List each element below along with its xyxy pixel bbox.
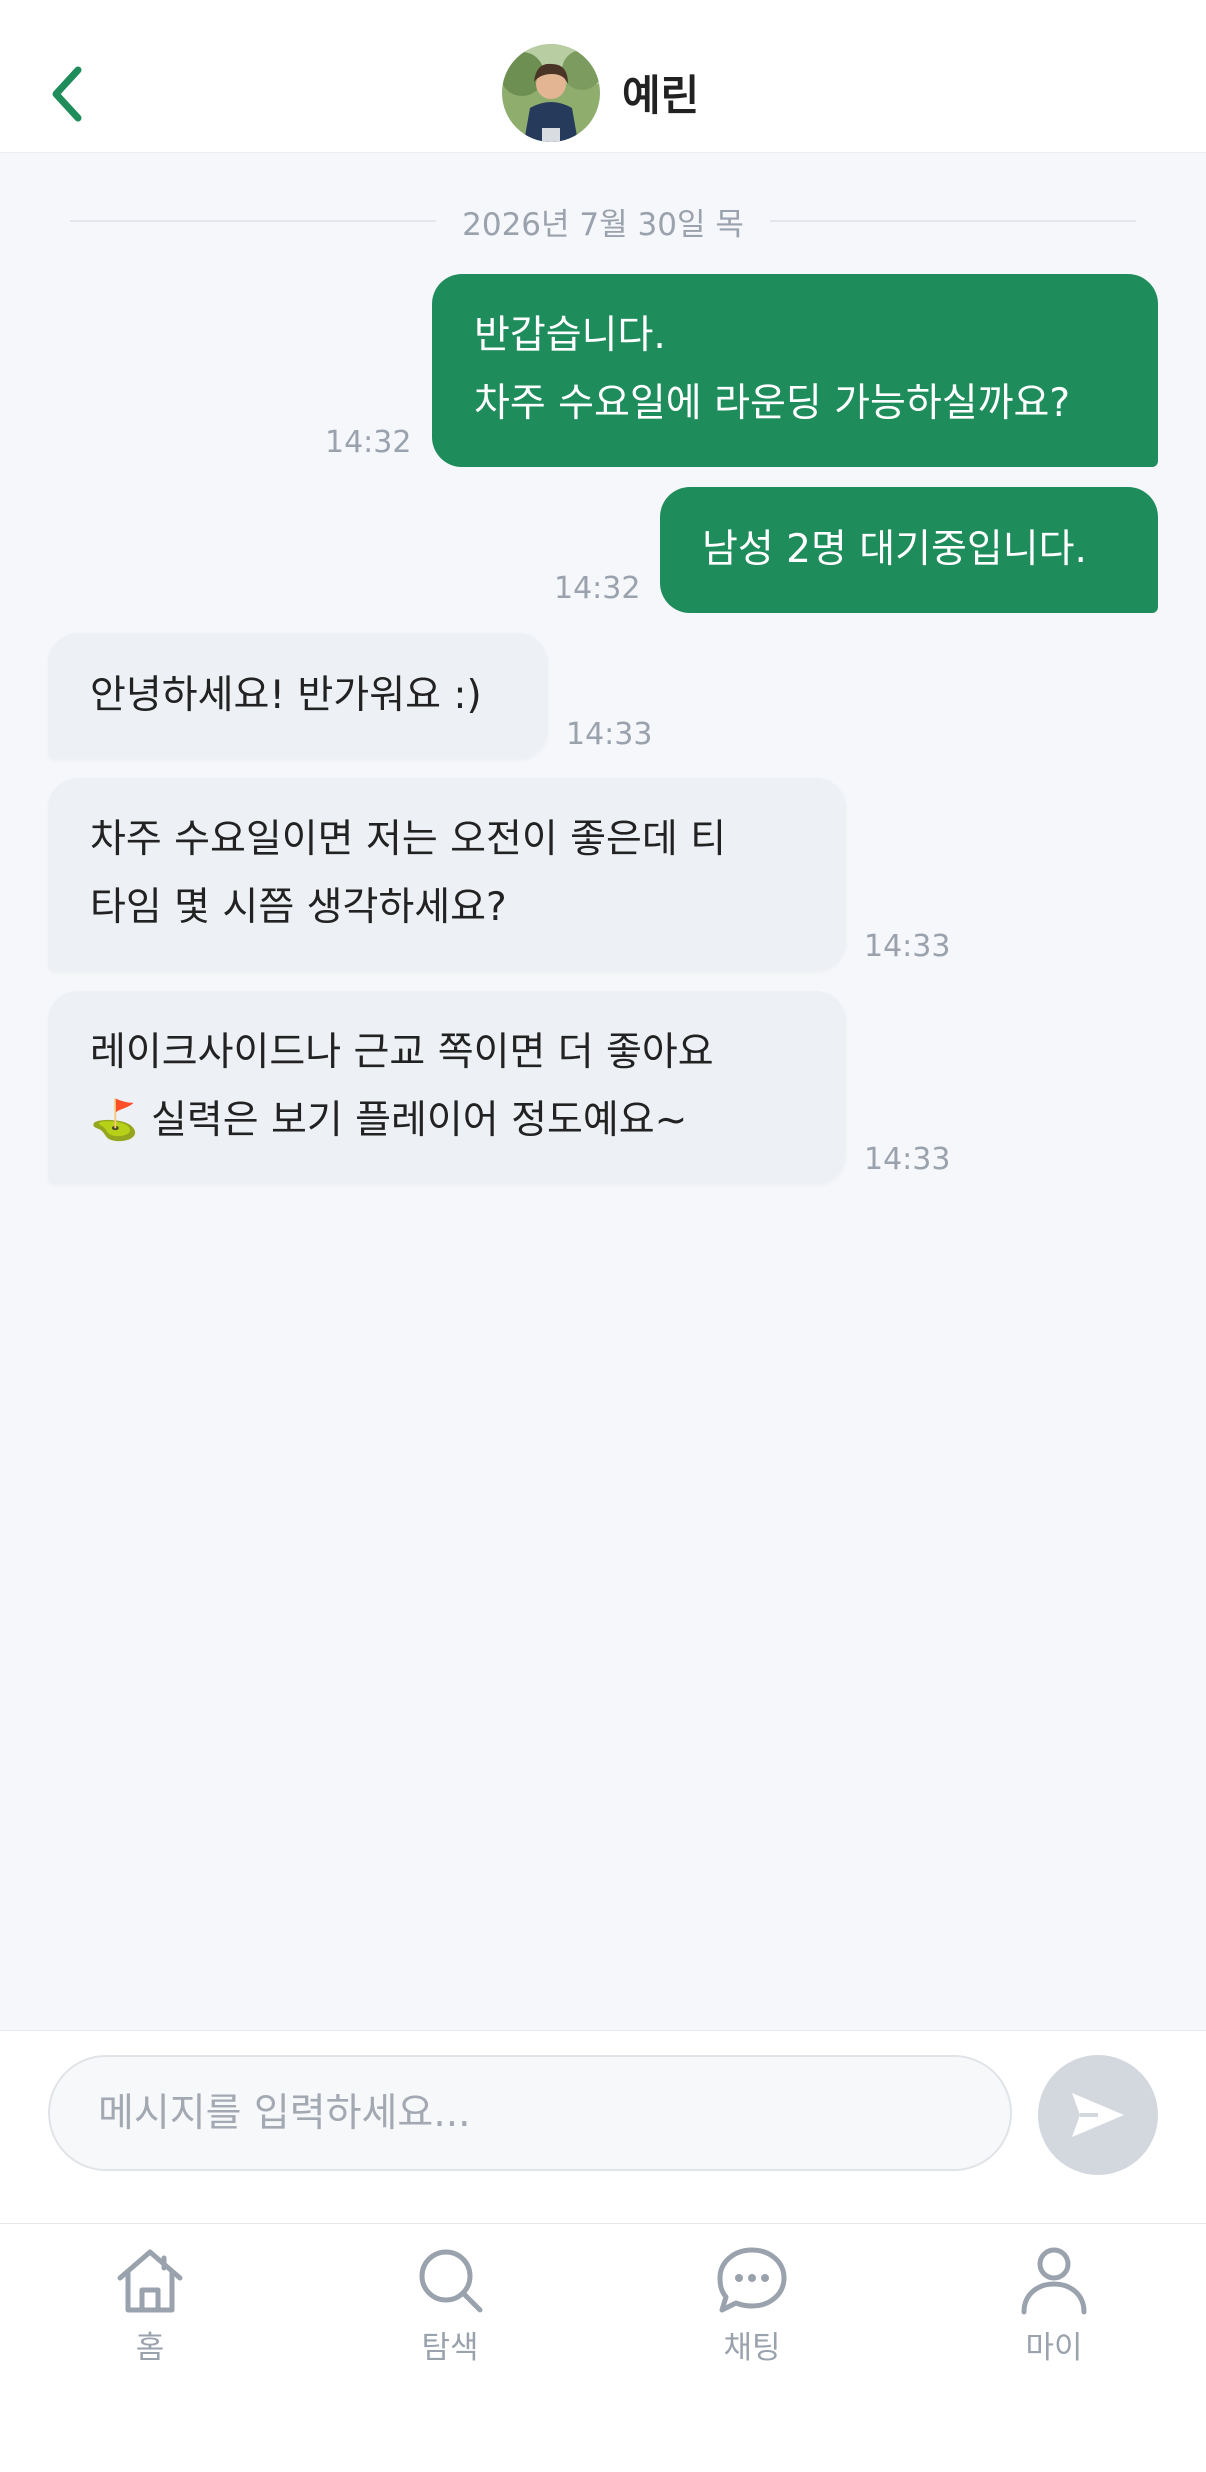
home-icon (117, 2249, 183, 2313)
message-composer (0, 2030, 1206, 2225)
back-button[interactable] (36, 56, 96, 132)
chat-icon (717, 2247, 787, 2313)
message-time: 14:33 (566, 717, 653, 752)
date-divider-label: 2026년 7월 30일 목 (462, 206, 744, 243)
message-line: 안녕하세요! 반가워요 :) (90, 673, 482, 718)
tab-chat-label: 채팅 (723, 2330, 781, 2366)
message-line: 레이크사이드나 근교 쪽이면 더 좋아요 (90, 1030, 714, 1075)
incoming-message-bubble[interactable]: 안녕하세요! 반가워요 :) (48, 633, 548, 759)
tab-search[interactable]: 탐색 (370, 2244, 530, 2384)
outgoing-message-bubble[interactable]: 반갑습니다. 차주 수요일에 라운딩 가능하실까요? (432, 274, 1158, 467)
message-line: 차주 수요일에 라운딩 가능하실까요? (474, 381, 1071, 426)
message-line: 타임 몇 시쯤 생각하세요? (90, 885, 507, 930)
message-input[interactable] (48, 2055, 1012, 2171)
date-divider: 2026년 7월 30일 목 (70, 196, 1136, 246)
message-time: 14:32 (325, 425, 412, 460)
outgoing-message-bubble[interactable]: 남성 2명 대기중입니다. (660, 487, 1158, 613)
tab-my[interactable]: 마이 (974, 2244, 1134, 2384)
bottom-tab-bar: 홈 탐색 채팅 마이 (0, 2224, 1206, 2472)
chat-partner-name: 예린 (622, 71, 700, 120)
message-time: 14:33 (864, 1142, 951, 1177)
chat-header: 예린 (0, 0, 1206, 153)
message-time: 14:32 (554, 571, 641, 606)
chevron-left-icon (52, 66, 82, 122)
person-icon (1021, 2247, 1087, 2315)
tab-home[interactable]: 홈 (70, 2244, 230, 2384)
message-line: 차주 수요일이면 저는 오전이 좋은데 티 (90, 817, 727, 862)
avatar[interactable] (502, 44, 600, 142)
message-line: ⛳ 실력은 보기 플레이어 정도예요~ (90, 1098, 688, 1143)
search-icon (419, 2249, 483, 2313)
send-icon (1072, 2093, 1124, 2137)
tab-chat[interactable]: 채팅 (672, 2244, 832, 2384)
incoming-message-bubble[interactable]: 레이크사이드나 근교 쪽이면 더 좋아요 ⛳ 실력은 보기 플레이어 정도예요~ (48, 991, 846, 1184)
message-time: 14:33 (864, 929, 951, 964)
send-button[interactable] (1038, 2055, 1158, 2175)
tab-my-label: 마이 (1025, 2330, 1083, 2366)
incoming-message-bubble[interactable]: 차주 수요일이면 저는 오전이 좋은데 티 타임 몇 시쯤 생각하세요? (48, 778, 846, 971)
message-line: 남성 2명 대기중입니다. (702, 527, 1087, 572)
message-line: 반갑습니다. (474, 313, 666, 358)
tab-home-label: 홈 (135, 2330, 165, 2366)
tab-search-label: 탐색 (421, 2330, 479, 2366)
